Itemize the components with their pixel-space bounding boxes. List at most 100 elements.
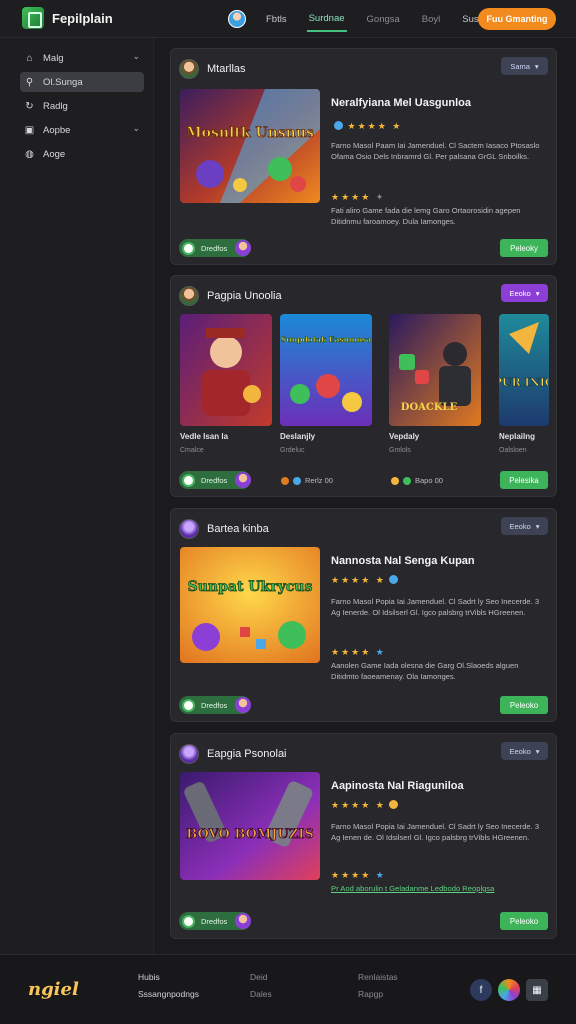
card-title: Eapgia Psonolai: [207, 748, 287, 760]
inbox-icon: ▣: [24, 124, 35, 136]
card-dropdown[interactable]: Eeoko ▾: [501, 517, 548, 535]
qr-code-icon[interactable]: ▦: [526, 979, 548, 1001]
avatar[interactable]: [179, 286, 199, 306]
footer-links: Deid Dales: [250, 969, 272, 1003]
app-name: Fepilplain: [52, 10, 113, 26]
avatar[interactable]: [235, 240, 251, 256]
pill-label: Dredfos: [201, 243, 228, 253]
play-button[interactable]: Peleoky: [500, 239, 548, 257]
card-header: Bartea kinba: [179, 519, 269, 539]
sidebar-item-malg[interactable]: ⌂ Malg ⌄: [20, 48, 144, 68]
game-thumbnail[interactable]: [180, 314, 272, 426]
game-card: Mtarllas Sama ▾ Mosnltk Unsnus Neralfyian…: [170, 48, 557, 265]
sidebar-item-olsunga[interactable]: ⚲ Ol.Sunga: [20, 72, 144, 92]
game-art-text: BOVO BOMJUZIS: [186, 827, 313, 842]
feature-title[interactable]: Nannosta Nal Senga Kupan: [331, 555, 475, 567]
avatar[interactable]: [179, 744, 199, 764]
fire-icon: [281, 476, 289, 485]
coin-icon: [391, 476, 399, 485]
card-dropdown[interactable]: Eeoko ▾: [501, 284, 548, 302]
instagram-icon[interactable]: [498, 979, 520, 1001]
game-thumbnail[interactable]: Mosnltk Unsnus: [180, 89, 320, 203]
nav-item-fbtls[interactable]: Fbtls: [264, 8, 289, 31]
stat-value: Bapo 00: [415, 476, 443, 485]
play-button[interactable]: Peleoko: [500, 912, 548, 930]
gallery-item[interactable]: DOACKLE Vepdaly Gmlols: [389, 314, 481, 454]
sidebar-item-label: Aoge: [43, 148, 66, 160]
rating-stars: ★★★★ ★: [331, 870, 386, 880]
game-art-image: Sunpdotak Easmnosa: [280, 314, 372, 426]
game-thumbnail[interactable]: PUR INIG: [499, 314, 549, 426]
footer-links: Renlaistas Rapgp: [358, 969, 398, 1003]
card-title: Bartea kinba: [207, 523, 269, 535]
coin-icon: [388, 800, 398, 809]
game-thumbnail[interactable]: Sunpdotak Easmnosa: [280, 314, 372, 426]
game-art-image: BOVO BOMJUZIS: [180, 772, 320, 880]
feature-link[interactable]: Pr Aod aborulin t Geladanme Ledbodo Reop…: [331, 884, 541, 895]
avatar[interactable]: [235, 697, 251, 713]
footer-logo[interactable]: ngiel: [28, 979, 79, 1000]
sidebar-item-label: Aopbe: [43, 124, 71, 136]
game-card: Pagpia Unoolia Eeoko ▾ Vedle Isan la Cmal…: [170, 275, 557, 497]
nav-item-boyl[interactable]: Boyl: [420, 8, 442, 31]
dropdown-label: Eeoko: [509, 288, 531, 298]
game-thumbnail[interactable]: Sunpat Ukrycus: [180, 547, 320, 663]
footer-link[interactable]: Dales: [250, 986, 272, 1003]
card-dropdown[interactable]: Sama ▾: [501, 57, 548, 75]
app-logo-icon: [22, 7, 44, 29]
game-thumbnail[interactable]: DOACKLE: [389, 314, 481, 426]
footer-link[interactable]: Deid: [250, 969, 272, 986]
nav-item-gongsa[interactable]: Gongsa: [365, 8, 402, 31]
footer-link[interactable]: Renlaistas: [358, 969, 398, 986]
feature-description: Farno Masol Paam Iai Jamenduel. Cl Sacte…: [331, 141, 540, 161]
play-button[interactable]: Peleoko: [500, 696, 548, 714]
game-art-text: Mosnltk Unsnus: [186, 125, 314, 141]
gallery-item-title: Deslanjly: [280, 432, 316, 441]
chevron-down-icon: ▾: [535, 746, 540, 756]
circle-icon: [182, 914, 195, 928]
avatar[interactable]: [179, 59, 199, 79]
sidebar-item-aopbe[interactable]: ▣ Aopbe ⌄: [20, 120, 144, 140]
circle-icon: [182, 473, 195, 487]
card-dropdown[interactable]: Eeoko ▾: [501, 742, 548, 760]
nav-item-surdnae[interactable]: Surdnae: [306, 7, 347, 32]
gallery-item[interactable]: Sunpdotak Easmnosa Deslanjly Grdeluc: [280, 314, 372, 454]
sidebar-item-aoge[interactable]: ◍ Aoge: [20, 144, 144, 164]
play-button[interactable]: Pelesika: [500, 471, 548, 489]
game-thumbnail[interactable]: BOVO BOMJUZIS: [180, 772, 320, 880]
chevron-down-icon[interactable]: ⌄: [132, 51, 140, 62]
avatar[interactable]: [235, 472, 251, 488]
verified-icon: [388, 575, 398, 584]
game-art-text: Sunpat Ukrycus: [188, 579, 313, 595]
avatar[interactable]: [235, 913, 251, 929]
footer-link[interactable]: Rapgp: [358, 986, 398, 1003]
gallery-item-subtitle: Gmlols: [389, 447, 411, 454]
sidebar-item-radlg[interactable]: ↻ Radlg: [20, 96, 144, 116]
chevron-down-icon[interactable]: ⌄: [132, 123, 140, 134]
cta-button[interactable]: Fuu Gmanting: [478, 8, 556, 30]
avatar[interactable]: [228, 10, 246, 28]
footer-link[interactable]: Sssangnpodngs: [138, 986, 199, 1003]
circle-icon: [182, 241, 195, 255]
game-art-text: PUR INIG: [499, 376, 549, 389]
gallery-item[interactable]: Vedle Isan la Cmalce: [180, 314, 272, 454]
top-nav: Fbtls Surdnae Gongsa Boyl Sus: [228, 6, 481, 32]
home-icon: ⌂: [26, 52, 33, 64]
card-header: Mtarllas: [179, 59, 246, 79]
feature-title[interactable]: Aapinosta Nal Riaguniloa: [331, 780, 464, 792]
footer-link[interactable]: Hubis: [138, 969, 199, 986]
card-title: Pagpia Unoolia: [207, 290, 282, 302]
facebook-icon[interactable]: f: [470, 979, 492, 1001]
avatar[interactable]: [179, 519, 199, 539]
dropdown-label: Eeoko: [509, 746, 531, 756]
card-header: Eapgia Psonolai: [179, 744, 287, 764]
game-art-image: DOACKLE: [389, 314, 481, 426]
gallery-item-title: Vedle Isan la: [180, 432, 229, 441]
card-title: Mtarllas: [207, 63, 246, 75]
globe-icon: ◍: [25, 148, 34, 160]
stat-value: Rerlz 00: [305, 476, 333, 485]
rating-stars: ★★★★ ★: [331, 800, 398, 811]
gallery-item[interactable]: PUR INIG Neplailng Oalsloen: [499, 314, 549, 454]
app-logo[interactable]: Fepilplain: [22, 7, 113, 29]
feature-title[interactable]: Neralfyiana Mel Uasgunloa: [331, 97, 471, 109]
